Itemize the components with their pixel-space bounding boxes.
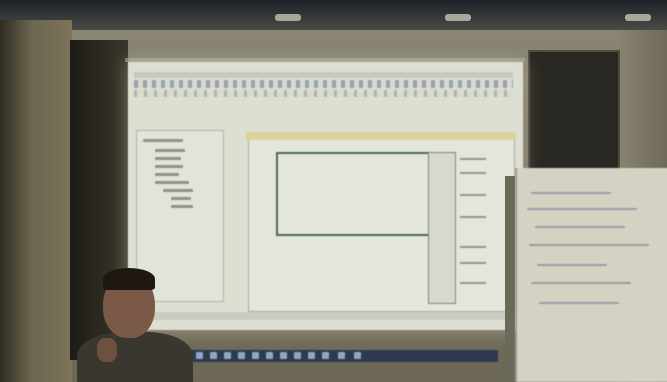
tree-item — [155, 149, 185, 152]
tree-item — [155, 173, 179, 176]
tree-item — [155, 181, 189, 184]
taskbar-icon — [210, 352, 217, 359]
tree-item — [143, 139, 183, 142]
whiteboard — [515, 168, 667, 382]
diagram-column — [428, 152, 456, 304]
tree-item — [171, 197, 191, 200]
taskbar-icon — [338, 352, 345, 359]
handwriting — [535, 226, 625, 228]
ceiling — [0, 0, 667, 30]
secondary-toolbar — [134, 90, 513, 97]
side-label — [460, 216, 486, 218]
side-labels — [460, 154, 510, 304]
tree-item — [163, 189, 193, 192]
presenter — [75, 268, 195, 382]
taskbar-icon — [196, 352, 203, 359]
side-label — [460, 158, 486, 160]
side-label — [460, 282, 486, 284]
tree-item — [155, 165, 183, 168]
presenter-body — [77, 332, 193, 382]
toolbar — [134, 80, 513, 88]
tree-item — [155, 157, 181, 160]
whiteboard-stand — [505, 176, 515, 382]
taskbar — [168, 350, 498, 362]
side-label — [460, 172, 486, 174]
tree-item — [171, 205, 193, 208]
presenter-hair — [103, 268, 155, 290]
handwriting — [539, 302, 619, 304]
photo — [0, 0, 667, 382]
diagram-rectangle — [276, 152, 432, 236]
taskbar-icon — [308, 352, 315, 359]
menu-bar — [134, 72, 513, 78]
taskbar-icon — [224, 352, 231, 359]
handwriting — [529, 244, 649, 246]
presenter-hand — [97, 338, 117, 362]
taskbar-icon — [266, 352, 273, 359]
side-label — [460, 246, 486, 248]
left-wall — [0, 20, 72, 382]
ceiling-light-icon — [445, 14, 471, 21]
ceiling-light-icon — [275, 14, 301, 21]
side-label — [460, 194, 486, 196]
doorway — [528, 50, 620, 174]
taskbar-icon — [238, 352, 245, 359]
ceiling-light-icon — [625, 14, 651, 21]
taskbar-icon — [354, 352, 361, 359]
handwriting — [527, 208, 637, 210]
handwriting — [537, 264, 607, 266]
taskbar-icon — [252, 352, 259, 359]
taskbar-icon — [294, 352, 301, 359]
side-label — [460, 262, 486, 264]
handwriting — [531, 192, 611, 194]
taskbar-icon — [322, 352, 329, 359]
highlight-bar — [246, 132, 516, 140]
handwriting — [531, 282, 631, 284]
taskbar-icon — [280, 352, 287, 359]
